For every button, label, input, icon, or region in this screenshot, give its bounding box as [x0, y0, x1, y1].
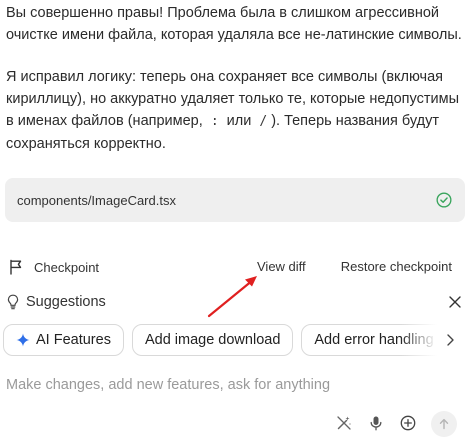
prompt-input[interactable]: [6, 377, 446, 393]
chat-panel: Вы совершенно правы! Проблема была в сли…: [0, 0, 474, 445]
suggestions-title-group: Suggestions: [6, 294, 106, 310]
checkpoint-label-group: Checkpoint: [8, 259, 99, 275]
add-attachment-button[interactable]: [398, 413, 418, 433]
inline-code: /: [259, 114, 268, 129]
changed-file-card[interactable]: components/ImageCard.tsx: [5, 178, 465, 222]
send-button[interactable]: [431, 411, 457, 437]
composer: [6, 377, 446, 399]
message-paragraph-2: Я исправил логику: теперь она сохраняет …: [6, 69, 459, 152]
lightbulb-icon: [7, 294, 19, 310]
suggestion-chip-add-image-download[interactable]: Add image download: [131, 324, 294, 356]
check-circle-icon: [436, 192, 452, 208]
restore-checkpoint-button[interactable]: Restore checkpoint: [341, 259, 452, 274]
message-paragraph-1: Вы совершенно правы! Проблема была в сли…: [6, 5, 462, 43]
composer-tools: [334, 413, 430, 433]
plus-circle-icon: [400, 415, 416, 431]
close-icon[interactable]: [448, 295, 462, 309]
arrow-up-icon: [439, 418, 449, 430]
assistant-message: Вы совершенно правы! Проблема была в сли…: [6, 2, 468, 155]
microphone-icon: [370, 416, 382, 431]
chips-fade-overlay: [400, 324, 446, 358]
magic-wand-button[interactable]: [334, 413, 354, 433]
sparkle-icon: [16, 333, 30, 347]
file-name: components/ImageCard.tsx: [17, 192, 176, 208]
chevron-right-icon[interactable]: [444, 332, 456, 348]
suggestion-chips: AI Features Add image download Add error…: [3, 324, 445, 358]
magic-wand-icon: [337, 416, 351, 430]
suggestion-chip-ai-features[interactable]: AI Features: [3, 324, 124, 356]
view-diff-button[interactable]: View diff: [257, 259, 306, 274]
chip-label: AI Features: [36, 332, 111, 348]
suggestions-title: Suggestions: [26, 294, 106, 310]
suggestions-header: Suggestions: [6, 290, 462, 314]
flag-icon: [10, 259, 22, 275]
microphone-button[interactable]: [366, 413, 386, 433]
checkpoint-label: Checkpoint: [34, 259, 100, 275]
chip-label: Add image download: [144, 332, 281, 348]
inline-code: :: [210, 114, 219, 129]
